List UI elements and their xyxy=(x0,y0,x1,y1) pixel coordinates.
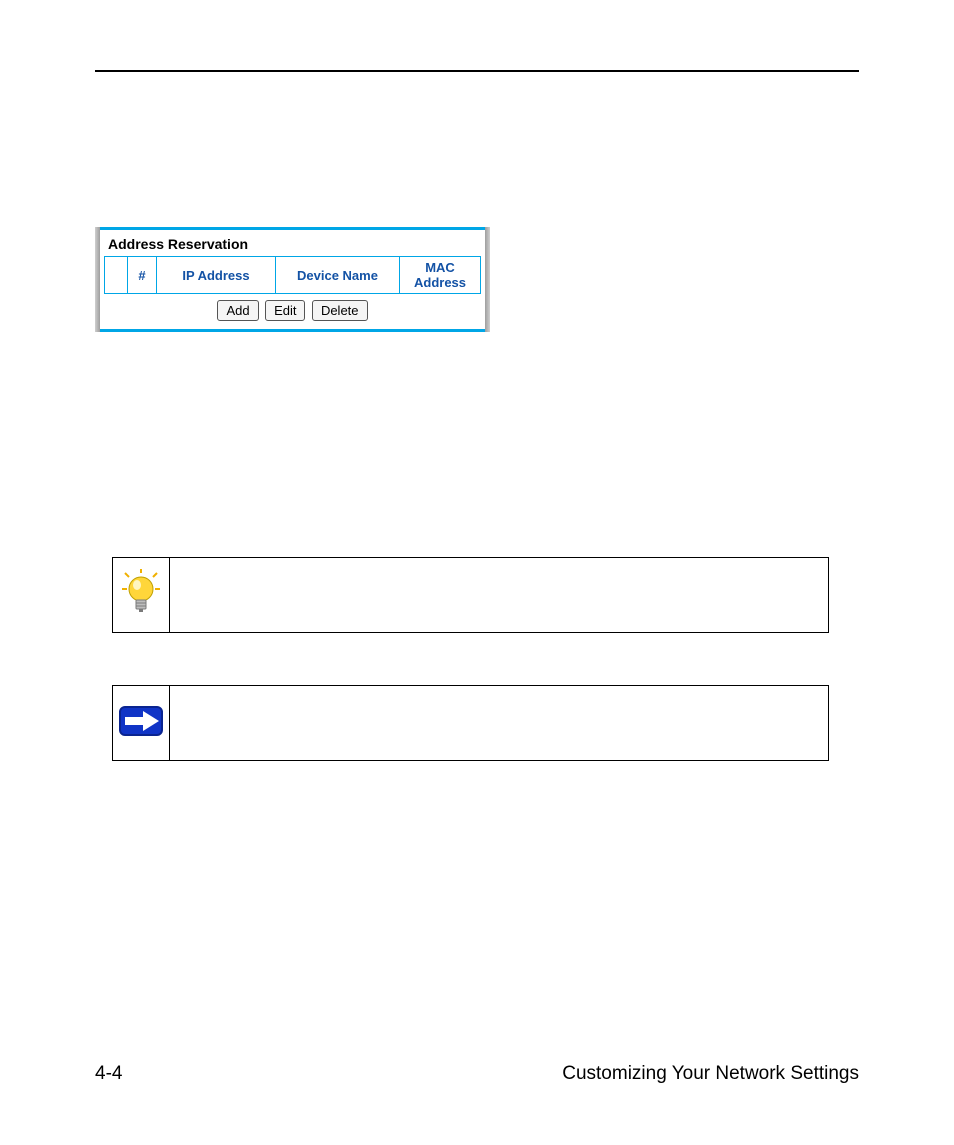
note-icon-cell xyxy=(113,686,170,760)
panel-button-row: Add Edit Delete xyxy=(100,294,485,325)
edit-button[interactable]: Edit xyxy=(265,300,305,321)
add-button[interactable]: Add xyxy=(217,300,258,321)
page-number: 4-4 xyxy=(95,1063,122,1085)
delete-button[interactable]: Delete xyxy=(312,300,368,321)
table-header-row: # IP Address Device Name MAC Address xyxy=(105,257,481,294)
address-table: # IP Address Device Name MAC Address xyxy=(104,256,481,294)
col-select xyxy=(105,257,128,294)
note-body xyxy=(170,686,828,760)
top-rule xyxy=(95,70,859,72)
col-device: Device Name xyxy=(276,257,400,294)
panel-inner: Address Reservation # IP Address Device … xyxy=(100,227,485,332)
col-ip: IP Address xyxy=(157,257,276,294)
arrow-icon xyxy=(119,706,163,741)
tip-callout xyxy=(112,557,829,633)
tip-body xyxy=(170,558,828,632)
col-index: # xyxy=(128,257,157,294)
lightbulb-icon xyxy=(121,569,161,622)
section-title: Customizing Your Network Settings xyxy=(562,1063,859,1085)
document-page: Address Reservation # IP Address Device … xyxy=(0,0,954,1145)
panel-title: Address Reservation xyxy=(100,230,485,256)
col-mac: MAC Address xyxy=(400,257,481,294)
note-callout xyxy=(112,685,829,761)
address-reservation-panel: Address Reservation # IP Address Device … xyxy=(95,227,490,332)
page-footer: 4-4 Customizing Your Network Settings xyxy=(95,1063,859,1085)
tip-icon-cell xyxy=(113,558,170,632)
